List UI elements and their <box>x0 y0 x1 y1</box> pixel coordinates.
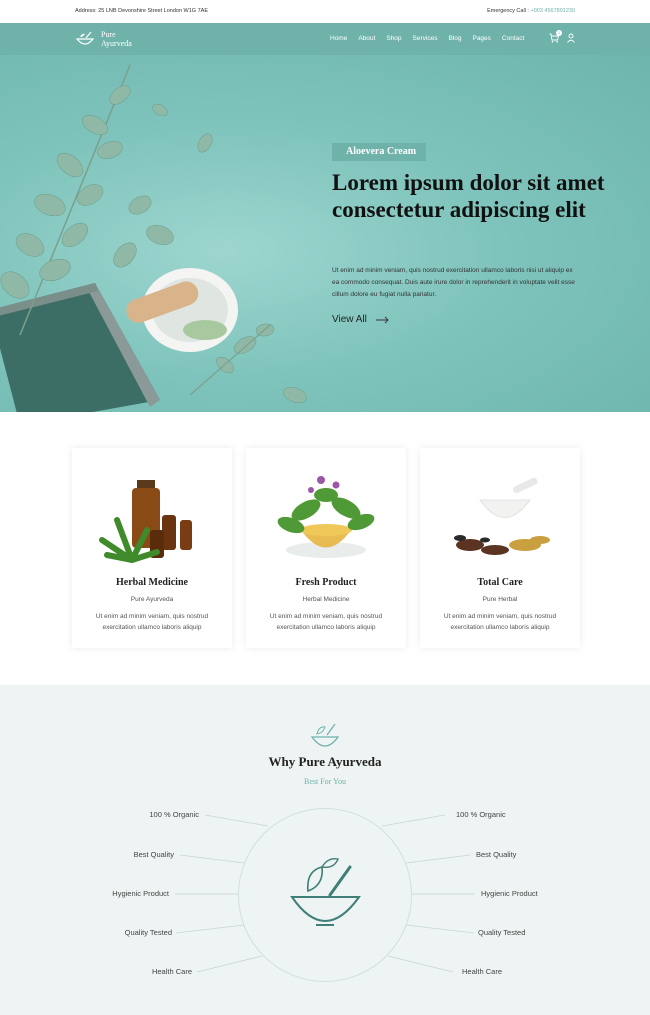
feature-left-health: Health Care <box>151 967 192 976</box>
nav-blog[interactable]: Blog <box>448 35 461 42</box>
nav-contact[interactable]: Contact <box>502 35 524 42</box>
mortar-logo-icon <box>75 31 95 45</box>
card-subtitle: Pure Ayurveda <box>130 596 174 603</box>
card-title: Total Care <box>477 577 523 588</box>
herbal-bottles-image <box>99 480 192 563</box>
nav-shop[interactable]: Shop <box>386 35 401 42</box>
feature-right-tested: Quality Tested <box>478 928 526 937</box>
card-subtitle: Herbal Medicine <box>302 596 350 603</box>
main-navbar: Pure Ayurveda Home About Shop Services B… <box>0 23 650 55</box>
logo-line1: Pure <box>101 30 116 39</box>
feature-right-organic: 100 % Organic <box>456 810 506 819</box>
card-description: Ut enim ad minim veniam, quis nostrud ex… <box>95 613 209 631</box>
card-total-care[interactable]: Total Care Pure Herbal Ut enim ad minim … <box>420 448 580 648</box>
eucalyptus-mortar-image <box>0 64 307 412</box>
user-icon[interactable] <box>567 33 575 43</box>
emergency-call: Emergency Call : +003 4567891230 <box>487 8 575 14</box>
card-description: Ut enim ad minim veniam, quis nostrud ex… <box>269 613 383 631</box>
address-text: Address: 25 LNB Devonshire Street London… <box>75 8 208 14</box>
card-fresh-product[interactable]: Fresh Product Herbal Medicine Ut enim ad… <box>246 448 406 648</box>
nav-home[interactable]: Home <box>330 35 347 42</box>
mortar-spices-image <box>454 477 550 555</box>
card-herbal-medicine[interactable]: Herbal Medicine Pure Ayurveda Ut enim ad… <box>72 448 232 648</box>
feature-left-hygienic: Hygienic Product <box>112 889 169 898</box>
herbal-tea-image <box>277 476 375 558</box>
feature-left-tested: Quality Tested <box>124 928 172 937</box>
product-cards: Herbal Medicine Pure Ayurveda Ut enim ad… <box>72 448 580 648</box>
hero-tag: Aloevera Cream <box>332 143 427 161</box>
nav-pages[interactable]: Pages <box>472 35 490 42</box>
nav-about[interactable]: About <box>358 35 375 42</box>
nav-services[interactable]: Services <box>413 35 438 42</box>
logo-line2: Ayurveda <box>101 39 132 48</box>
top-info-bar: Address: 25 LNB Devonshire Street London… <box>0 0 650 23</box>
nav-menu: Home About Shop Services Blog Pages Cont… <box>330 35 535 42</box>
emergency-phone-link[interactable]: +003 4567891230 <box>530 8 575 14</box>
feature-left-quality: Best Quality <box>133 850 174 859</box>
view-all-link[interactable]: View All <box>332 314 367 325</box>
hero-banner: Aloevera Cream Lorem ipsum dolor sit ame… <box>0 55 650 412</box>
feature-right-quality: Best Quality <box>476 850 517 859</box>
feature-right-hygienic: Hygienic Product <box>481 889 538 898</box>
card-title: Fresh Product <box>295 577 357 588</box>
logo-text: Pure Ayurveda <box>101 30 132 48</box>
arrow-right-icon[interactable] <box>376 316 390 324</box>
feature-left-organic: 100 % Organic <box>149 810 199 819</box>
feature-right-health: Health Care <box>462 967 503 976</box>
why-section: Why Pure Ayurveda Best For You 100 % Org… <box>0 685 650 1015</box>
mortar-herbs-icon <box>290 857 361 926</box>
hero-title: Lorem ipsum dolor sit amet consectetur a… <box>332 170 605 222</box>
card-title: Herbal Medicine <box>116 577 188 588</box>
emergency-label: Emergency Call : <box>487 8 531 14</box>
card-description: Ut enim ad minim veniam, quis nostrud ex… <box>443 613 557 631</box>
site-logo[interactable]: Pure Ayurveda <box>75 29 155 51</box>
hero-description: Ut enim ad minim veniam, quis nostrud ex… <box>332 267 575 298</box>
card-subtitle: Pure Herbal <box>482 596 518 603</box>
cart-count-badge: 1 <box>556 30 562 36</box>
